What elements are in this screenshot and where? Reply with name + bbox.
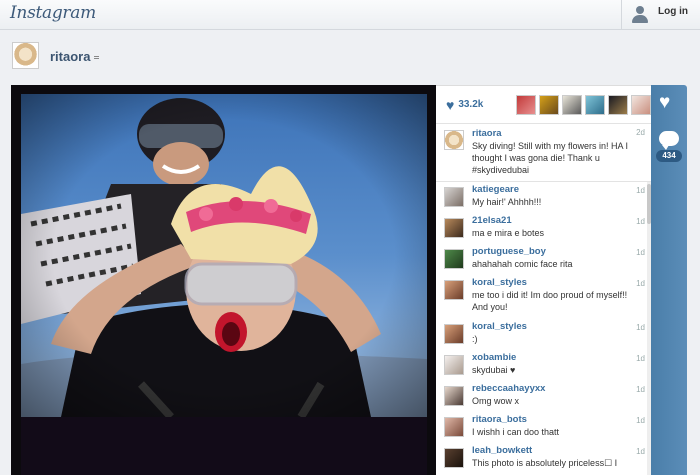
comment-username[interactable]: 21elsa21 — [472, 215, 637, 227]
profile-username-text: ritaora — [50, 49, 91, 64]
comment-time: 1d — [636, 186, 645, 195]
comment-item: koral_styles me too i did it! Im doo pro… — [436, 275, 651, 319]
comment-item: xobambie skydubai ♥ 1d — [436, 350, 651, 381]
comment-text: skydubai ♥ — [472, 365, 516, 375]
liker-avatar[interactable] — [585, 94, 605, 115]
login-button[interactable]: Log in — [621, 0, 700, 30]
comment-text: Omg wow x — [472, 396, 520, 406]
comment-avatar[interactable] — [444, 417, 464, 437]
comment-username[interactable]: ritaora_bots — [472, 414, 637, 426]
comment-username[interactable]: koral_styles — [472, 321, 637, 333]
skydiving-photo-illustration — [21, 94, 427, 417]
comment-username[interactable]: katiegeare — [472, 184, 637, 196]
liker-avatar[interactable] — [562, 94, 582, 115]
caption-username[interactable]: ritaora — [472, 128, 637, 140]
comment-time: 1d — [636, 385, 645, 394]
likes-row: ♥ 33.2k — [436, 86, 651, 124]
comment-bubble-icon[interactable] — [659, 131, 679, 150]
comment-item: rebeccaahayyxx Omg wow x 1d — [436, 381, 651, 412]
liker-avatar[interactable] — [608, 94, 628, 115]
profile-header: ritaora — [0, 30, 700, 85]
comment-username[interactable]: xobambie — [472, 352, 637, 364]
comment-avatar[interactable] — [444, 280, 464, 300]
comment-item: ritaora_bots I wishh i can doo thatt 1d — [436, 412, 651, 443]
comment-time: 1d — [636, 447, 645, 456]
comment-time: 1d — [636, 354, 645, 363]
comment-avatar[interactable] — [444, 355, 464, 375]
comment-username[interactable]: rebeccaahayyxx — [472, 383, 637, 395]
login-label: Log in — [658, 6, 688, 17]
comment-avatar[interactable] — [444, 448, 464, 468]
comment-text: ma e mira e botes — [472, 228, 545, 238]
comment-username[interactable]: portuguese_boy — [472, 246, 637, 258]
comment-username[interactable]: koral_styles — [472, 277, 637, 289]
comment-text: ahahahah comic face rita — [472, 259, 573, 269]
post-sidebar: ♥ 33.2k ritaora Sky diving! Still with m… — [436, 85, 651, 475]
comment-text: This photo is absolutely priceless☐ I — [472, 458, 618, 468]
photo-panel — [11, 85, 436, 475]
liker-avatar[interactable] — [631, 94, 651, 115]
comment-text: My hair!' Ahhhh!!! — [472, 197, 542, 207]
profile-avatar[interactable] — [12, 42, 39, 69]
user-icon — [630, 6, 650, 24]
comment-time: 1d — [636, 416, 645, 425]
comment-avatar[interactable] — [444, 324, 464, 344]
post-caption: ritaora Sky diving! Still with my flower… — [436, 124, 651, 182]
comment-text: :) — [472, 334, 478, 344]
comment-avatar[interactable] — [444, 218, 464, 238]
likers-avatars — [516, 94, 651, 115]
caption-text: Sky diving! Still with my flowers in! HA… — [472, 141, 629, 175]
comment-text: I wishh i can doo thatt — [472, 427, 560, 437]
comment-username[interactable]: leah_bowkett — [472, 445, 637, 457]
caption-avatar[interactable] — [444, 130, 464, 150]
comment-avatar[interactable] — [444, 386, 464, 406]
comments-list[interactable]: katiegeare My hair!' Ahhhh!!! 1d 21elsa2… — [436, 182, 651, 475]
likes-count[interactable]: 33.2k — [458, 99, 516, 110]
comment-time: 1d — [636, 323, 645, 332]
instagram-logo[interactable]: Instagram — [10, 3, 96, 23]
comment-item: katiegeare My hair!' Ahhhh!!! 1d — [436, 182, 651, 213]
comment-avatar[interactable] — [444, 187, 464, 207]
caption-time: 2d — [636, 128, 645, 137]
comment-item: koral_styles :) 1d — [436, 319, 651, 350]
photo-bottom-shadow — [21, 417, 427, 475]
comment-time: 1d — [636, 248, 645, 257]
comment-time: 1d — [636, 217, 645, 226]
top-bar: Instagram Log in — [0, 0, 700, 30]
menu-icon[interactable] — [94, 56, 100, 60]
comment-item: 21elsa21 ma e mira e botes 1d — [436, 213, 651, 244]
profile-username[interactable]: ritaora — [50, 49, 100, 64]
comment-item: portuguese_boy ahahahah comic face rita … — [436, 244, 651, 275]
action-bar: ♥ 434 — [651, 85, 687, 475]
liker-avatar[interactable] — [516, 94, 536, 115]
comment-item: leah_bowkett This photo is absolutely pr… — [436, 443, 651, 474]
comment-count: 434 — [656, 150, 682, 162]
like-button-heart-icon[interactable]: ♥ — [659, 92, 670, 114]
comment-text: me too i did it! Im doo proud of myself!… — [472, 290, 628, 312]
comment-avatar[interactable] — [444, 249, 464, 269]
post-photo[interactable] — [21, 94, 427, 417]
liker-avatar[interactable] — [539, 94, 559, 115]
heart-icon: ♥ — [446, 96, 455, 113]
comment-time: 1d — [636, 279, 645, 288]
